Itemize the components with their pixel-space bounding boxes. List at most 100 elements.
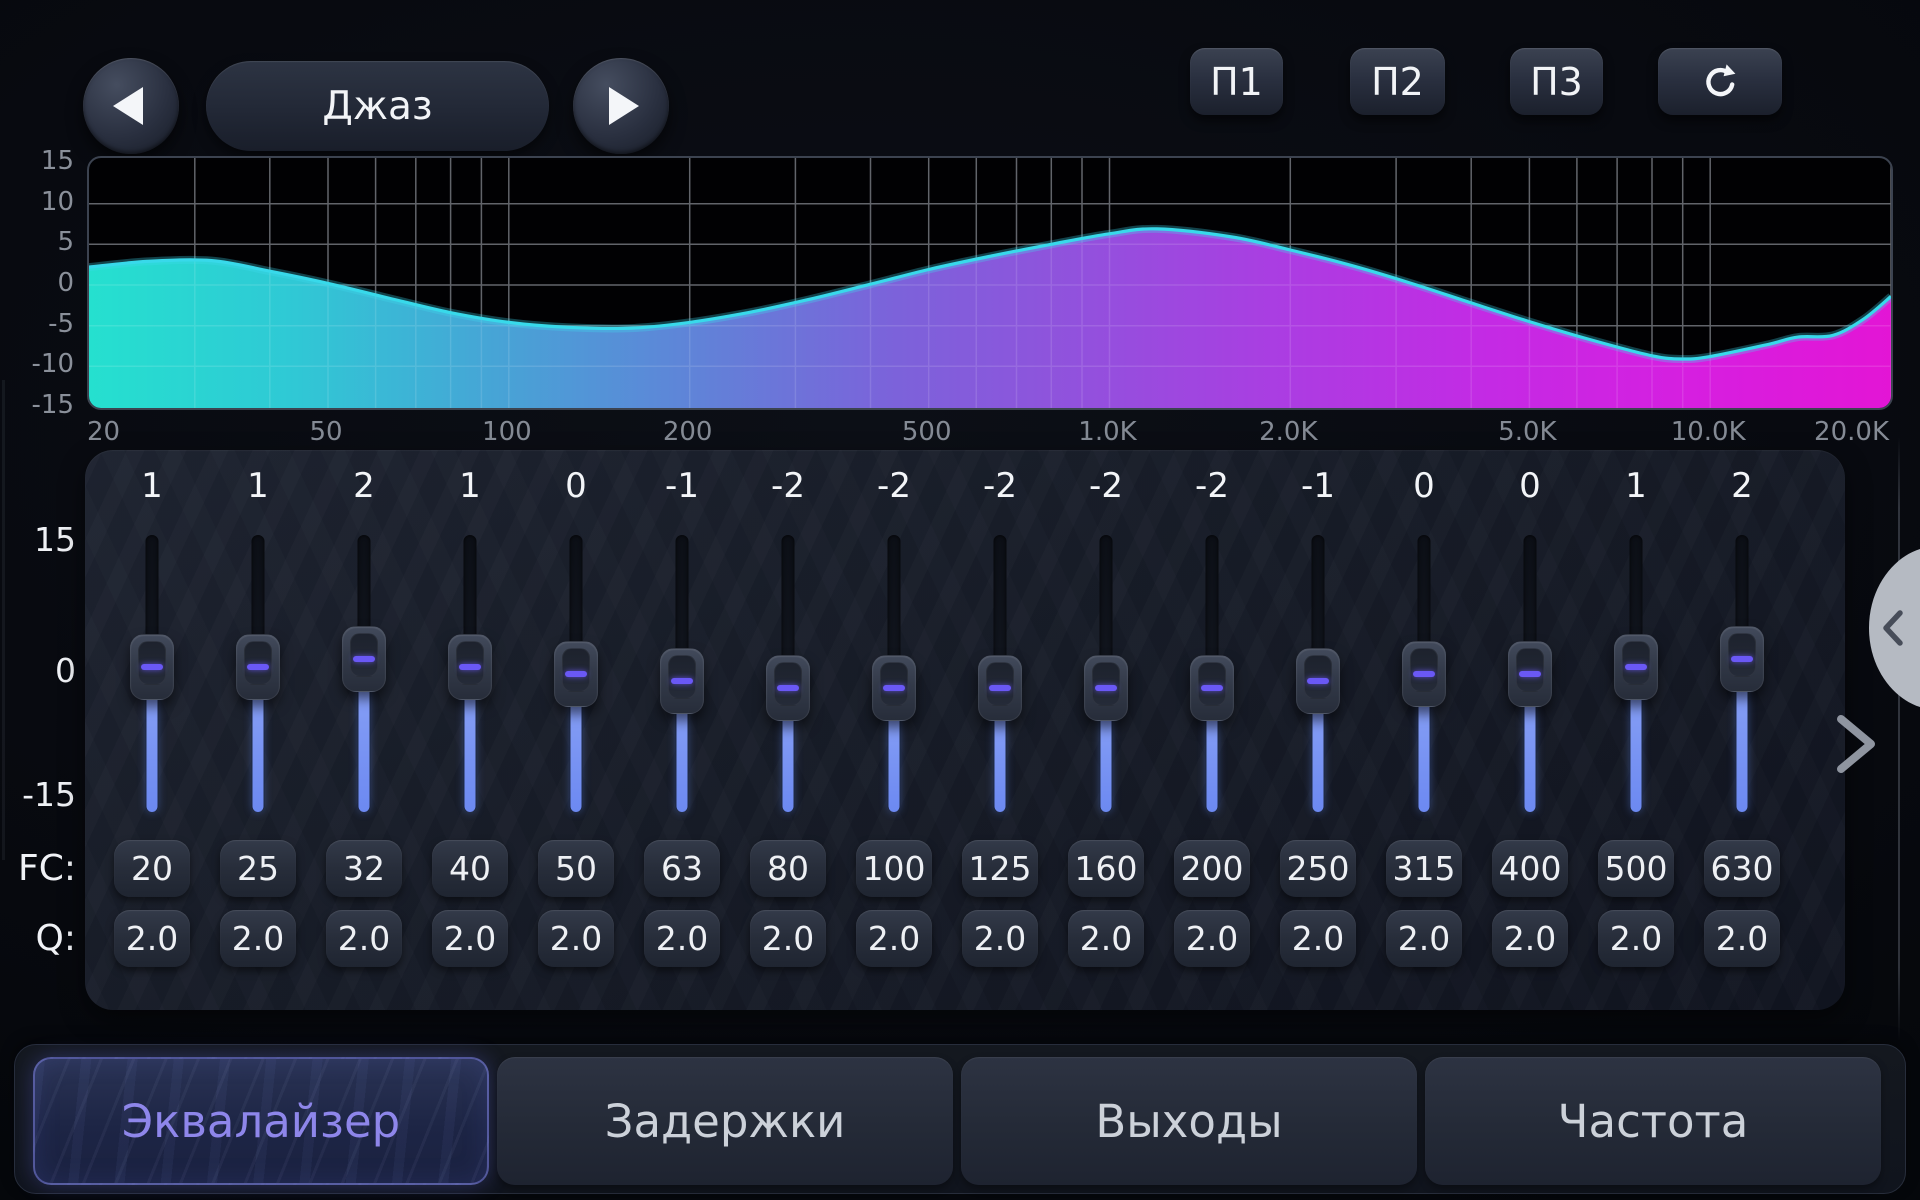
band-q-button[interactable]: 2.0 (1598, 910, 1674, 967)
band-slider-thumb[interactable] (130, 634, 174, 700)
band-fc-button[interactable]: 160 (1068, 840, 1144, 897)
band-slider-thumb[interactable] (1190, 655, 1234, 721)
band-fc-button[interactable]: 25 (220, 840, 296, 897)
thumb-inset (456, 641, 484, 685)
band-fc-value: 400 (1499, 849, 1562, 888)
side-drawer-handle[interactable] (1856, 545, 1920, 715)
band-q-button[interactable]: 2.0 (1386, 910, 1462, 967)
drawer-handle-shape (1856, 545, 1920, 711)
band-fc-button[interactable]: 50 (538, 840, 614, 897)
thumb-grip-icon (883, 685, 905, 691)
band-fc-button[interactable]: 40 (432, 840, 508, 897)
tab-equalizer-label: Эквалайзер (122, 1095, 400, 1148)
band-fc-button[interactable]: 100 (856, 840, 932, 897)
band-slider-thumb[interactable] (1296, 648, 1340, 714)
band-slider-thumb[interactable] (1614, 634, 1658, 700)
tab-delays[interactable]: Задержки (497, 1057, 953, 1185)
eq-band-15: 15002.0 (1601, 450, 1671, 1010)
preset-next-button[interactable] (573, 58, 669, 154)
band-fc-value: 100 (863, 849, 926, 888)
band-slider-thumb[interactable] (1720, 626, 1764, 692)
tab-frequency[interactable]: Частота (1425, 1057, 1881, 1185)
band-slider-thumb[interactable] (660, 648, 704, 714)
eq-band-5: 0502.0 (541, 450, 611, 1010)
tab-equalizer[interactable]: Эквалайзер (33, 1057, 489, 1185)
band-slider-thumb[interactable] (766, 655, 810, 721)
band-fc-button[interactable]: 250 (1280, 840, 1356, 897)
eq-band-10: -21602.0 (1071, 450, 1141, 1010)
preset-slot-1-button[interactable]: П1 (1190, 48, 1283, 115)
preset-slot-3-button[interactable]: П3 (1510, 48, 1603, 115)
eq-band-6: -1632.0 (647, 450, 717, 1010)
thumb-inset (1304, 655, 1332, 699)
band-slider-thumb[interactable] (978, 655, 1022, 721)
band-slider-thumb[interactable] (1508, 641, 1552, 707)
x-tick-label: 50 (309, 417, 342, 447)
reset-button[interactable] (1658, 48, 1782, 115)
band-q-button[interactable]: 2.0 (1174, 910, 1250, 967)
band-q-button[interactable]: 2.0 (962, 910, 1038, 967)
band-fc-button[interactable]: 400 (1492, 840, 1568, 897)
band-q-value: 2.0 (762, 919, 814, 958)
band-slider-thumb[interactable] (342, 626, 386, 692)
preset-name-display[interactable]: Джаз (206, 61, 549, 151)
band-fc-button[interactable]: 63 (644, 840, 720, 897)
thumb-grip-icon (141, 664, 163, 670)
band-q-button[interactable]: 2.0 (750, 910, 826, 967)
thumb-inset (668, 655, 696, 699)
eq-band-2: 1252.0 (223, 450, 293, 1010)
band-slider-thumb[interactable] (236, 634, 280, 700)
tab-outputs[interactable]: Выходы (961, 1057, 1417, 1185)
band-fc-button[interactable]: 630 (1704, 840, 1780, 897)
band-slider-thumb[interactable] (1402, 641, 1446, 707)
preset-prev-button[interactable] (83, 58, 179, 154)
band-gain-value: 1 (205, 466, 311, 506)
thumb-inset (774, 662, 802, 706)
band-q-button[interactable]: 2.0 (644, 910, 720, 967)
thumb-grip-icon (671, 678, 693, 684)
band-q-value: 2.0 (868, 919, 920, 958)
tab-frequency-label: Частота (1558, 1095, 1749, 1148)
eq-band-7: -2802.0 (753, 450, 823, 1010)
band-q-button[interactable]: 2.0 (1280, 910, 1356, 967)
band-fc-value: 315 (1393, 849, 1456, 888)
thumb-grip-icon (565, 671, 587, 677)
band-q-button[interactable]: 2.0 (220, 910, 296, 967)
band-q-button[interactable]: 2.0 (1704, 910, 1780, 967)
band-q-value: 2.0 (232, 919, 284, 958)
refresh-icon (1698, 60, 1742, 104)
band-q-button[interactable]: 2.0 (326, 910, 402, 967)
band-fc-button[interactable]: 32 (326, 840, 402, 897)
band-gain-value: 0 (1477, 466, 1583, 506)
x-tick-label: 500 (902, 417, 952, 447)
y-tick-label: -15 (4, 390, 74, 420)
band-fc-button[interactable]: 125 (962, 840, 1038, 897)
band-slider-thumb[interactable] (872, 655, 916, 721)
eq-band-13: 03152.0 (1389, 450, 1459, 1010)
band-slider-thumb[interactable] (1084, 655, 1128, 721)
band-q-button[interactable]: 2.0 (432, 910, 508, 967)
band-q-button[interactable]: 2.0 (538, 910, 614, 967)
thumb-grip-icon (1201, 685, 1223, 691)
band-slider-thumb[interactable] (448, 634, 492, 700)
band-q-button[interactable]: 2.0 (1068, 910, 1144, 967)
preset-slot-2-button[interactable]: П2 (1350, 48, 1445, 115)
x-tick-label: 200 (663, 417, 713, 447)
y-tick-label: 5 (4, 227, 74, 257)
band-gain-value: -1 (629, 466, 735, 506)
band-fc-button[interactable]: 500 (1598, 840, 1674, 897)
thumb-inset (244, 641, 272, 685)
screen-edge-highlight-left (2, 380, 5, 860)
band-fc-button[interactable]: 315 (1386, 840, 1462, 897)
preset-name-label: Джаз (322, 84, 432, 129)
bands-next-page-button[interactable] (1833, 712, 1879, 780)
band-fc-button[interactable]: 200 (1174, 840, 1250, 897)
band-q-button[interactable]: 2.0 (114, 910, 190, 967)
bottom-tab-bar: Эквалайзер Задержки Выходы Частота (14, 1044, 1906, 1194)
band-q-button[interactable]: 2.0 (856, 910, 932, 967)
band-fc-value: 40 (449, 849, 491, 888)
band-q-button[interactable]: 2.0 (1492, 910, 1568, 967)
band-fc-button[interactable]: 80 (750, 840, 826, 897)
band-fc-button[interactable]: 20 (114, 840, 190, 897)
band-slider-thumb[interactable] (554, 641, 598, 707)
